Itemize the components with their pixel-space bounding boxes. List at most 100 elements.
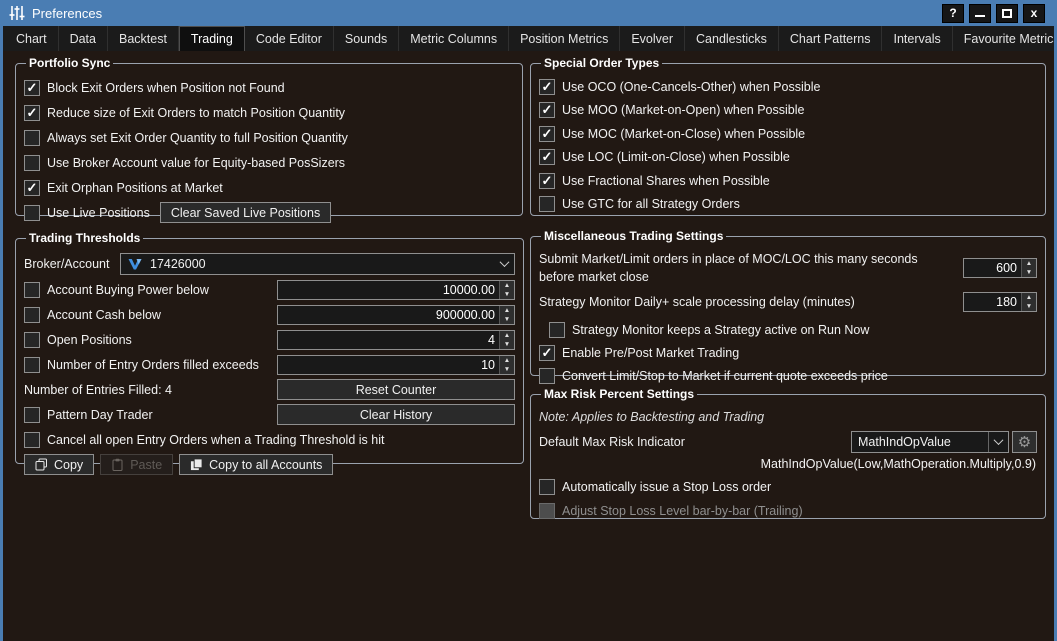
spin-up-button[interactable]: ▲ bbox=[500, 331, 514, 340]
maximize-icon bbox=[1002, 9, 1012, 18]
buying-power-input[interactable] bbox=[278, 281, 499, 299]
check-row-trailing-stop-loss[interactable]: Adjust Stop Loss Level bar-by-bar (Trail… bbox=[539, 499, 1037, 523]
spin-down-button[interactable]: ▼ bbox=[1022, 302, 1036, 311]
broker-account-row: Broker/Account 17426000 bbox=[24, 250, 515, 277]
checkbox[interactable] bbox=[24, 432, 40, 448]
spin-down-button[interactable]: ▼ bbox=[500, 365, 514, 374]
check-row-moo[interactable]: ✓ Use MOO (Market-on-Open) when Possible bbox=[539, 99, 1037, 123]
checkbox[interactable]: ✓ bbox=[539, 149, 555, 165]
checkbox[interactable] bbox=[24, 307, 40, 323]
checkbox[interactable] bbox=[539, 479, 555, 495]
tab-code-editor[interactable]: Code Editor bbox=[245, 26, 334, 51]
gear-icon: ⚙ bbox=[1018, 433, 1031, 451]
clear-saved-live-positions-button[interactable]: Clear Saved Live Positions bbox=[160, 202, 331, 223]
checkbox[interactable] bbox=[24, 155, 40, 171]
checkbox[interactable] bbox=[549, 322, 565, 338]
indicator-settings-button[interactable]: ⚙ bbox=[1012, 431, 1037, 453]
broker-logo-icon bbox=[127, 256, 143, 272]
check-row-loc[interactable]: ✓ Use LOC (Limit-on-Close) when Possible bbox=[539, 146, 1037, 170]
entry-orders-input[interactable] bbox=[278, 356, 499, 374]
checkbox[interactable]: ✓ bbox=[539, 79, 555, 95]
check-row-fractional-shares[interactable]: ✓ Use Fractional Shares when Possible bbox=[539, 169, 1037, 193]
check-row-gtc[interactable]: Use GTC for all Strategy Orders bbox=[539, 193, 1037, 217]
check-row-moc[interactable]: ✓ Use MOC (Market-on-Close) when Possibl… bbox=[539, 122, 1037, 146]
checkbox[interactable] bbox=[24, 282, 40, 298]
trading-thresholds-group: Trading Thresholds Broker/Account 174260… bbox=[15, 231, 524, 464]
processing-delay-label: Strategy Monitor Daily+ scale processing… bbox=[539, 293, 963, 311]
moc-loc-seconds-spinner: ▲▼ bbox=[963, 258, 1037, 278]
check-row-pre-post-market[interactable]: ✓ Enable Pre/Post Market Trading bbox=[539, 341, 1037, 364]
processing-delay-input[interactable] bbox=[964, 293, 1021, 311]
open-positions-input[interactable] bbox=[278, 331, 499, 349]
spin-up-button[interactable]: ▲ bbox=[500, 306, 514, 315]
tab-sounds[interactable]: Sounds bbox=[334, 26, 399, 51]
titlebar: Preferences ? x bbox=[0, 0, 1057, 26]
max-risk-indicator-select[interactable]: MathIndOpValue bbox=[851, 431, 1009, 453]
reset-counter-button[interactable]: Reset Counter bbox=[277, 379, 515, 400]
window-title: Preferences bbox=[32, 6, 102, 21]
threshold-row-open-positions: Open Positions ▲▼ bbox=[24, 327, 515, 352]
spin-down-button[interactable]: ▼ bbox=[500, 340, 514, 349]
check-row-strategy-monitor-active[interactable]: Strategy Monitor keeps a Strategy active… bbox=[539, 318, 1037, 341]
check-row-full-position-quantity[interactable]: Always set Exit Order Quantity to full P… bbox=[24, 125, 514, 150]
minimize-button[interactable] bbox=[969, 4, 991, 23]
cash-input[interactable] bbox=[278, 306, 499, 324]
chevron-down-button[interactable] bbox=[988, 432, 1008, 452]
checkbox[interactable] bbox=[24, 407, 40, 423]
spin-down-button[interactable]: ▼ bbox=[500, 315, 514, 324]
checkbox[interactable] bbox=[24, 205, 40, 221]
checkbox[interactable] bbox=[539, 503, 555, 519]
spin-up-button[interactable]: ▲ bbox=[1022, 259, 1036, 268]
checkbox[interactable]: ✓ bbox=[24, 180, 40, 196]
check-row-broker-account-value[interactable]: Use Broker Account value for Equity-base… bbox=[24, 150, 514, 175]
check-row-block-exit-orders[interactable]: ✓ Block Exit Orders when Position not Fo… bbox=[24, 75, 514, 100]
tab-trading[interactable]: Trading bbox=[179, 26, 245, 51]
sliders-icon bbox=[8, 5, 26, 21]
spin-up-button[interactable]: ▲ bbox=[500, 356, 514, 365]
preferences-window: Preferences ? x Chart Data Backtest Trad… bbox=[0, 0, 1057, 641]
paste-icon bbox=[111, 458, 124, 471]
copy-button[interactable]: Copy bbox=[24, 454, 94, 475]
paste-button[interactable]: Paste bbox=[100, 454, 173, 475]
help-button[interactable]: ? bbox=[942, 4, 964, 23]
check-row-reduce-exit-size[interactable]: ✓ Reduce size of Exit Orders to match Po… bbox=[24, 100, 514, 125]
tab-metric-columns[interactable]: Metric Columns bbox=[399, 26, 509, 51]
spin-up-button[interactable]: ▲ bbox=[500, 281, 514, 290]
check-row-oco[interactable]: ✓ Use OCO (One-Cancels-Other) when Possi… bbox=[539, 75, 1037, 99]
spin-up-button[interactable]: ▲ bbox=[1022, 293, 1036, 302]
checkbox[interactable]: ✓ bbox=[539, 173, 555, 189]
moc-loc-seconds-input[interactable] bbox=[964, 259, 1021, 277]
broker-account-select[interactable]: 17426000 bbox=[120, 253, 515, 275]
copy-to-all-accounts-button[interactable]: Copy to all Accounts bbox=[179, 454, 333, 475]
close-button[interactable]: x bbox=[1023, 4, 1045, 23]
checkbox[interactable] bbox=[24, 332, 40, 348]
tab-chart[interactable]: Chart bbox=[5, 26, 59, 51]
spin-down-button[interactable]: ▼ bbox=[1022, 268, 1036, 277]
spin-down-button[interactable]: ▼ bbox=[500, 290, 514, 299]
maximize-button[interactable] bbox=[996, 4, 1018, 23]
cancel-all-entry-orders-row[interactable]: Cancel all open Entry Orders when a Trad… bbox=[24, 427, 515, 452]
tab-backtest[interactable]: Backtest bbox=[108, 26, 179, 51]
tab-position-metrics[interactable]: Position Metrics bbox=[509, 26, 620, 51]
tab-evolver[interactable]: Evolver bbox=[620, 26, 685, 51]
check-row-use-live-positions[interactable]: Use Live Positions Clear Saved Live Posi… bbox=[24, 200, 514, 225]
checkbox[interactable] bbox=[24, 357, 40, 373]
checkbox[interactable]: ✓ bbox=[539, 345, 555, 361]
checkbox[interactable]: ✓ bbox=[539, 126, 555, 142]
tab-chart-patterns[interactable]: Chart Patterns bbox=[779, 26, 883, 51]
checkbox[interactable]: ✓ bbox=[24, 105, 40, 121]
max-risk-percent-group: Max Risk Percent Settings Note: Applies … bbox=[530, 387, 1046, 519]
checkbox[interactable]: ✓ bbox=[24, 80, 40, 96]
checkbox[interactable]: ✓ bbox=[539, 102, 555, 118]
check-row-exit-orphan-positions[interactable]: ✓ Exit Orphan Positions at Market bbox=[24, 175, 514, 200]
check-row-auto-stop-loss[interactable]: Automatically issue a Stop Loss order bbox=[539, 475, 1037, 499]
tab-intervals[interactable]: Intervals bbox=[882, 26, 952, 51]
checkbox[interactable] bbox=[539, 196, 555, 212]
checkbox[interactable] bbox=[539, 368, 555, 384]
tab-favourite-metrics[interactable]: Favourite Metrics bbox=[953, 26, 1057, 51]
check-row-convert-limit-stop[interactable]: Convert Limit/Stop to Market if current … bbox=[539, 364, 1037, 387]
tab-candlesticks[interactable]: Candlesticks bbox=[685, 26, 779, 51]
clear-history-button[interactable]: Clear History bbox=[277, 404, 515, 425]
tab-data[interactable]: Data bbox=[59, 26, 108, 51]
checkbox[interactable] bbox=[24, 130, 40, 146]
